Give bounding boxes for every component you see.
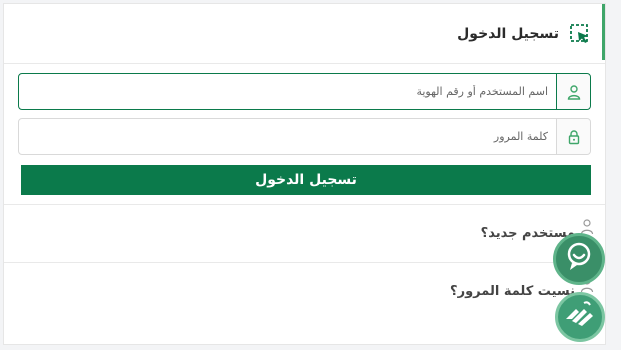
new-user-link[interactable]: مستخدم جديد؟ <box>4 204 605 262</box>
password-field <box>18 118 591 155</box>
forgot-password-label: نسيت كلمة المرور؟ <box>450 284 575 299</box>
page-title: تسجيل الدخول <box>457 25 559 42</box>
login-pointer-icon <box>569 23 591 45</box>
user-icon <box>556 74 590 109</box>
lock-icon <box>556 119 590 154</box>
login-card: تسجيل الدخول تسجيل الدخول م <box>3 3 606 345</box>
sign-language-button[interactable] <box>555 292 605 342</box>
username-input[interactable] <box>19 74 556 109</box>
password-input[interactable] <box>19 119 556 154</box>
login-header: تسجيل الدخول <box>4 4 605 64</box>
forgot-password-link[interactable]: نسيت كلمة المرور؟ <box>4 262 605 320</box>
support-chat-icon <box>562 240 596 278</box>
username-field <box>18 73 591 110</box>
login-button[interactable]: تسجيل الدخول <box>21 165 591 195</box>
sign-language-icon <box>562 299 598 335</box>
support-chat-button[interactable] <box>553 233 605 285</box>
